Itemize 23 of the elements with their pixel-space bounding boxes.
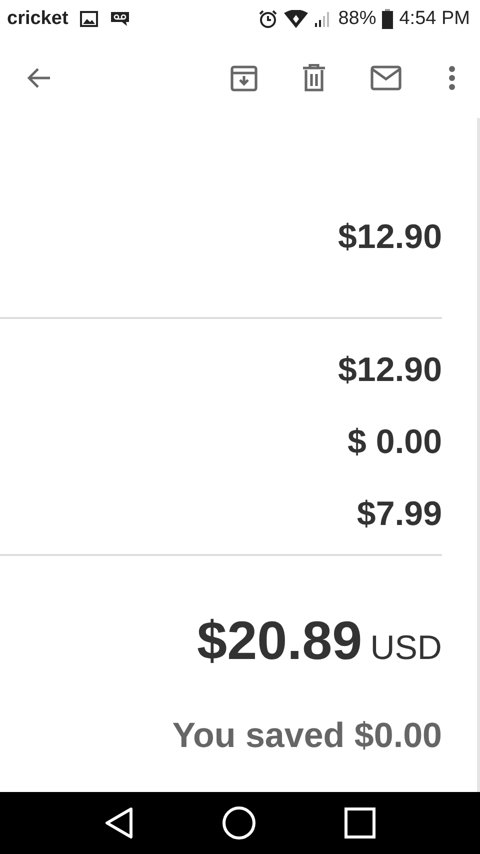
currency-code: USD <box>370 629 442 668</box>
battery-icon <box>382 9 394 29</box>
recents-nav-button[interactable] <box>344 807 376 839</box>
alarm-icon <box>258 9 278 29</box>
more-button[interactable] <box>448 65 456 91</box>
back-button[interactable] <box>26 67 52 89</box>
clock-time: 4:54 PM <box>399 8 470 30</box>
mail-button[interactable] <box>370 65 402 91</box>
battery-percent: 88% <box>338 8 376 30</box>
image-icon <box>80 11 98 27</box>
back-nav-button[interactable] <box>104 807 134 839</box>
subtotal-amount: $12.90 <box>338 218 442 257</box>
carrier-name: cricket <box>7 8 68 30</box>
archive-button[interactable] <box>230 64 258 92</box>
total-amount: $20.89 <box>197 610 362 672</box>
delete-button[interactable] <box>302 64 326 92</box>
line-amount: $7.99 <box>356 495 442 534</box>
voicemail-icon <box>110 11 130 27</box>
wifi-icon <box>284 10 308 28</box>
line-amount: $12.90 <box>338 351 442 390</box>
savings-text: You saved $0.00 <box>172 716 442 756</box>
line-amount: $ 0.00 <box>347 423 442 462</box>
home-nav-button[interactable] <box>222 806 256 840</box>
